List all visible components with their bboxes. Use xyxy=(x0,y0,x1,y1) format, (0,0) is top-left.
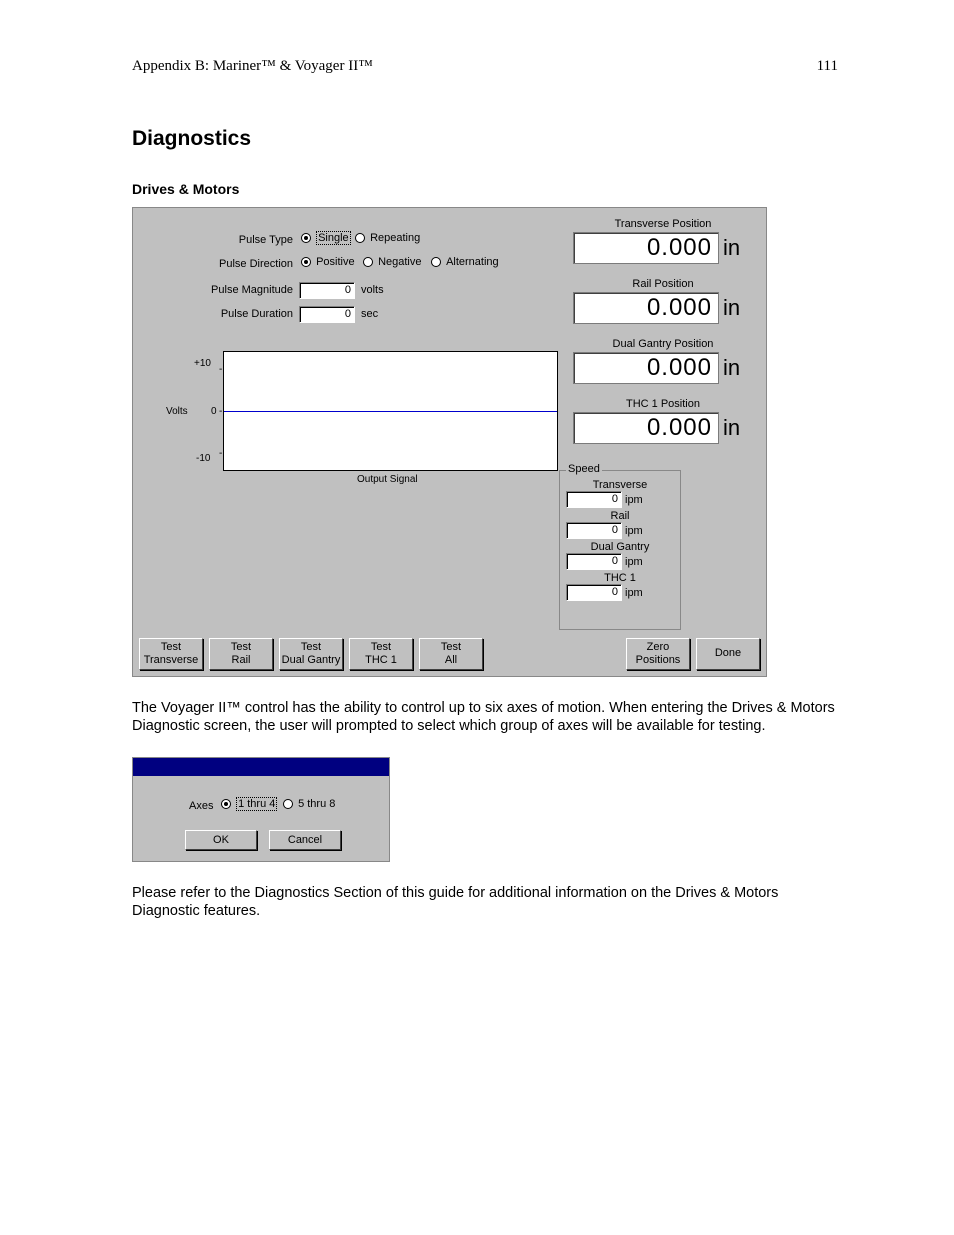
test-dual-gantry-button[interactable]: Test Dual Gantry xyxy=(279,638,343,670)
transverse-position-label: Transverse Position xyxy=(573,218,753,230)
speed-thc1-label: THC 1 xyxy=(566,572,674,584)
axes-label: Axes xyxy=(189,800,213,812)
page-number: 111 xyxy=(817,58,838,75)
thc1-position-label: THC 1 Position xyxy=(573,398,753,410)
dialog-titlebar xyxy=(133,758,389,776)
zero-positions-button[interactable]: Zero Positions xyxy=(626,638,690,670)
radio-icon xyxy=(301,233,311,243)
test-rail-button[interactable]: Test Rail xyxy=(209,638,273,670)
radio-icon xyxy=(363,257,373,267)
pulse-magnitude-input[interactable]: 0 xyxy=(299,282,355,299)
transverse-position-unit: in xyxy=(723,235,740,261)
thc1-position-unit: in xyxy=(723,415,740,441)
radio-icon xyxy=(301,257,311,267)
speed-thc1-value[interactable]: 0 xyxy=(566,584,622,601)
output-signal-chart xyxy=(223,351,558,471)
speed-thc1-unit: ipm xyxy=(625,587,643,599)
pulse-duration-input[interactable]: 0 xyxy=(299,306,355,323)
dual-gantry-position-value: 0.000 xyxy=(573,352,719,384)
button-row: Test Transverse Test Rail Test Dual Gant… xyxy=(139,638,760,670)
chart-tick-mark: - xyxy=(219,448,222,459)
speed-transverse-unit: ipm xyxy=(625,494,643,506)
transverse-position-group: Transverse Position 0.000 in xyxy=(573,218,753,264)
speed-legend: Speed xyxy=(566,463,602,475)
pulse-magnitude-label: Pulse Magnitude xyxy=(133,284,293,296)
chart-tick-mark: - xyxy=(219,364,222,375)
dual-gantry-position-label: Dual Gantry Position xyxy=(573,338,753,350)
axes-1-thru-4[interactable]: 1 thru 4 xyxy=(221,798,277,810)
paragraph-1: The Voyager II™ control has the ability … xyxy=(132,699,838,735)
pulse-duration-unit: sec xyxy=(361,308,378,320)
radio-icon xyxy=(355,233,365,243)
done-button[interactable]: Done xyxy=(696,638,760,670)
speed-rail-label: Rail xyxy=(566,510,674,522)
speed-dual-label: Dual Gantry xyxy=(566,541,674,553)
chart-tick-p10: +10 xyxy=(194,358,211,369)
pulse-type-single[interactable]: Single xyxy=(301,232,351,244)
radio-icon xyxy=(283,799,293,809)
speed-dual-value[interactable]: 0 xyxy=(566,553,622,570)
pulse-direction-alternating[interactable]: Alternating xyxy=(431,256,499,268)
chart-tick-zero: 0 xyxy=(211,406,217,417)
dual-gantry-position-group: Dual Gantry Position 0.000 in xyxy=(573,338,753,384)
speed-transverse-label: Transverse xyxy=(566,479,674,491)
h1-diagnostics: Diagnostics xyxy=(132,127,838,151)
speed-rail-value[interactable]: 0 xyxy=(566,522,622,539)
chart-tick-mark: - xyxy=(219,406,222,417)
radio-icon xyxy=(431,257,441,267)
chart-trace xyxy=(224,411,557,412)
speed-rail-unit: ipm xyxy=(625,525,643,537)
axes-5-thru-8[interactable]: 5 thru 8 xyxy=(283,798,335,810)
chart-xlabel: Output Signal xyxy=(357,474,418,485)
speed-dual-unit: ipm xyxy=(625,556,643,568)
page-header: Appendix B: Mariner™ & Voyager II™ 111 xyxy=(132,58,838,75)
speed-group: Speed Transverse 0 ipm Rail 0 ipm Dual G… xyxy=(559,470,681,630)
cancel-button[interactable]: Cancel xyxy=(269,830,341,850)
test-thc1-button[interactable]: Test THC 1 xyxy=(349,638,413,670)
rail-position-value: 0.000 xyxy=(573,292,719,324)
speed-transverse-value[interactable]: 0 xyxy=(566,491,622,508)
rail-position-label: Rail Position xyxy=(573,278,753,290)
pulse-direction-label: Pulse Direction xyxy=(133,258,293,270)
pulse-type-repeating[interactable]: Repeating xyxy=(355,232,420,244)
radio-icon xyxy=(221,799,231,809)
rail-position-unit: in xyxy=(723,295,740,321)
test-transverse-button[interactable]: Test Transverse xyxy=(139,638,203,670)
test-all-button[interactable]: Test All xyxy=(419,638,483,670)
chart-ylabel: Volts xyxy=(166,406,188,417)
rail-position-group: Rail Position 0.000 in xyxy=(573,278,753,324)
chart-tick-n10: -10 xyxy=(196,453,210,464)
pulse-type-label: Pulse Type xyxy=(133,234,293,246)
pulse-duration-label: Pulse Duration xyxy=(133,308,293,320)
ok-button[interactable]: OK xyxy=(185,830,257,850)
paragraph-2: Please refer to the Diagnostics Section … xyxy=(132,884,838,920)
thc1-position-value: 0.000 xyxy=(573,412,719,444)
pulse-direction-negative[interactable]: Negative xyxy=(363,256,421,268)
pulse-direction-positive[interactable]: Positive xyxy=(301,256,355,268)
drives-motors-panel: Pulse Type Single Repeating Pulse Direct… xyxy=(132,207,767,677)
axes-dialog: Axes 1 thru 4 5 thru 8 OK Cancel xyxy=(132,757,390,862)
pulse-magnitude-unit: volts xyxy=(361,284,384,296)
transverse-position-value: 0.000 xyxy=(573,232,719,264)
h2-drives-motors: Drives & Motors xyxy=(132,181,838,197)
dual-gantry-position-unit: in xyxy=(723,355,740,381)
thc1-position-group: THC 1 Position 0.000 in xyxy=(573,398,753,444)
header-left: Appendix B: Mariner™ & Voyager II™ xyxy=(132,58,373,75)
